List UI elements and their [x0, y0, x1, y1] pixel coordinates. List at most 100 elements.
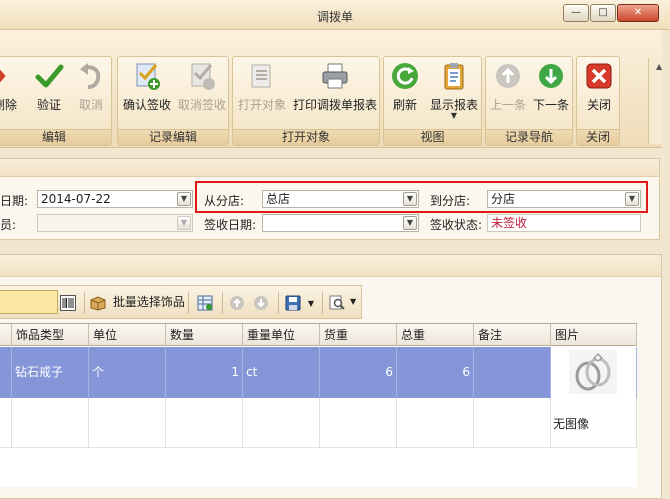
- table-row[interactable]: [0, 398, 637, 448]
- cancel-label: 取消: [78, 98, 103, 112]
- cell-qty[interactable]: 1: [166, 347, 243, 398]
- sign-date-field[interactable]: ▼: [262, 214, 419, 232]
- column-header[interactable]: 图片: [551, 324, 637, 346]
- close-label: 关闭: [586, 98, 611, 112]
- confirm-sign-button[interactable]: 确认签收: [121, 61, 173, 113]
- search-options-button[interactable]: [329, 292, 348, 314]
- cell-weight-unit[interactable]: ct: [243, 347, 320, 398]
- arrow-down-icon: [539, 64, 563, 88]
- chevron-down-icon[interactable]: ▼: [350, 292, 356, 314]
- box-icon: [90, 295, 106, 311]
- barcode-input[interactable]: [0, 290, 58, 314]
- window-edge: [662, 30, 670, 499]
- cell-qty[interactable]: [166, 398, 243, 448]
- search-icon: [329, 295, 345, 310]
- printer-icon: [322, 63, 348, 89]
- refresh-button[interactable]: 刷新: [390, 61, 420, 113]
- sign-date-label: 签收日期:: [204, 218, 257, 232]
- ribbon-group-caption: 记录编辑: [118, 129, 228, 145]
- move-up-button[interactable]: [229, 292, 248, 314]
- cell-goods-weight[interactable]: 6: [320, 347, 397, 398]
- date-field[interactable]: 2014-07-22 ▼: [37, 190, 193, 208]
- table-row[interactable]: 钻石戒子 个 1 ct 6 6: [0, 347, 637, 398]
- toolbar-separator: [278, 292, 279, 314]
- toolbar-separator: [188, 292, 189, 314]
- title-bar: 调拨单 — □ ✕: [0, 0, 670, 30]
- ribbon-group-record-nav: 上一条 下一条 记录导航: [485, 56, 573, 146]
- cell-total-weight[interactable]: [397, 398, 474, 448]
- cell-unit[interactable]: 个: [89, 347, 166, 398]
- cancel-button[interactable]: 取消: [73, 61, 109, 113]
- maximize-button[interactable]: □: [590, 4, 616, 22]
- column-header[interactable]: 备注: [474, 324, 551, 346]
- cell-image[interactable]: [551, 347, 637, 398]
- open-object-button[interactable]: 打开对象: [235, 61, 289, 113]
- ribbon-group-open-object: 打开对象 打印调拨单报表 打开对象: [232, 56, 380, 146]
- print-report-button[interactable]: 打印调拨单报表: [291, 61, 379, 113]
- chevron-down-icon[interactable]: ▼: [177, 216, 191, 230]
- chevron-down-icon[interactable]: ▼: [403, 216, 417, 230]
- column-header[interactable]: 数量: [166, 324, 243, 346]
- cancel-sign-icon: [191, 63, 215, 90]
- barcode-button[interactable]: [60, 292, 80, 314]
- close-window-button[interactable]: ✕: [617, 4, 659, 22]
- move-down-button[interactable]: [253, 292, 272, 314]
- ribbon-group-record-edit: 确认签收 取消签收 记录编辑: [117, 56, 229, 146]
- undo-arrow-icon: [80, 63, 101, 89]
- cell-goods-weight[interactable]: [320, 398, 397, 448]
- chevron-down-icon[interactable]: ▼: [308, 299, 314, 308]
- cancel-sign-button[interactable]: 取消签收: [176, 61, 228, 113]
- column-header[interactable]: 饰品类型: [12, 324, 89, 346]
- delete-label: 删除: [0, 98, 17, 112]
- cell-total-weight[interactable]: 6: [397, 347, 474, 398]
- save-layout-button[interactable]: ▼: [285, 292, 314, 314]
- barcode-icon: [60, 294, 76, 311]
- floppy-disk-icon: [285, 295, 301, 310]
- ribbon-group-caption: 打开对象: [233, 129, 379, 145]
- clipboard-report-icon: [444, 63, 464, 90]
- arrow-up-icon: [496, 64, 520, 88]
- chevron-down-icon[interactable]: ▼: [177, 192, 191, 206]
- grid-toolbar: 批量选择饰品 ▼ ▼: [0, 285, 362, 319]
- column-header[interactable]: 重量单位: [243, 324, 320, 346]
- sign-status-label: 签收状态:: [430, 218, 483, 232]
- date-label: 日期:: [0, 194, 29, 208]
- minimize-button[interactable]: —: [563, 4, 589, 22]
- show-report-button[interactable]: 显示报表 ▼: [428, 61, 480, 120]
- cell-type[interactable]: 钻石戒子: [12, 347, 89, 398]
- cell-weight-unit[interactable]: [243, 398, 320, 448]
- next-record-button[interactable]: 下一条: [531, 61, 571, 113]
- checkmark-icon: [35, 64, 64, 88]
- cell-remark[interactable]: [474, 347, 551, 398]
- confirm-sign-icon: [136, 63, 160, 90]
- cell-unit[interactable]: [89, 398, 166, 448]
- column-header[interactable]: 单位: [89, 324, 166, 346]
- ribbon-group-view: 刷新 显示报表 ▼ 视图: [383, 56, 482, 146]
- toolbar-separator: [222, 292, 223, 314]
- column-header[interactable]: 总重: [397, 324, 474, 346]
- grid-export-button[interactable]: [197, 292, 216, 314]
- panel-header: [0, 255, 661, 277]
- ribbon-group-caption: 关闭: [577, 129, 619, 145]
- ribbon-group-close: 关闭 关闭: [576, 56, 620, 146]
- ribbon: 删除 验证 取消 编辑 确认签收: [0, 30, 670, 148]
- print-report-label: 打印调拨单报表: [292, 98, 377, 112]
- sign-status-value: 未签收: [487, 214, 641, 232]
- items-grid: 饰品类型 单位 数量 重量单位 货重 总重 备注 图片 钻石戒子 个 1 ct …: [0, 323, 637, 487]
- delete-button[interactable]: 删除: [0, 61, 25, 113]
- open-object-label: 打开对象: [237, 98, 286, 112]
- arrow-up-icon: [230, 295, 244, 310]
- verify-button[interactable]: 验证: [31, 61, 67, 113]
- close-button[interactable]: 关闭: [582, 61, 616, 113]
- batch-select-button[interactable]: 批量选择饰品: [90, 292, 185, 314]
- cell-remark[interactable]: [474, 398, 551, 448]
- date-value: 2014-07-22: [41, 192, 111, 206]
- arrow-down-icon: [254, 295, 268, 310]
- cell-type[interactable]: [12, 398, 89, 448]
- open-object-icon: [251, 64, 271, 88]
- staff-field[interactable]: ▼: [37, 214, 193, 232]
- cancel-sign-label: 取消签收: [177, 98, 226, 112]
- row-indicator: [0, 398, 12, 448]
- column-header[interactable]: 货重: [320, 324, 397, 346]
- previous-record-button[interactable]: 上一条: [488, 61, 528, 113]
